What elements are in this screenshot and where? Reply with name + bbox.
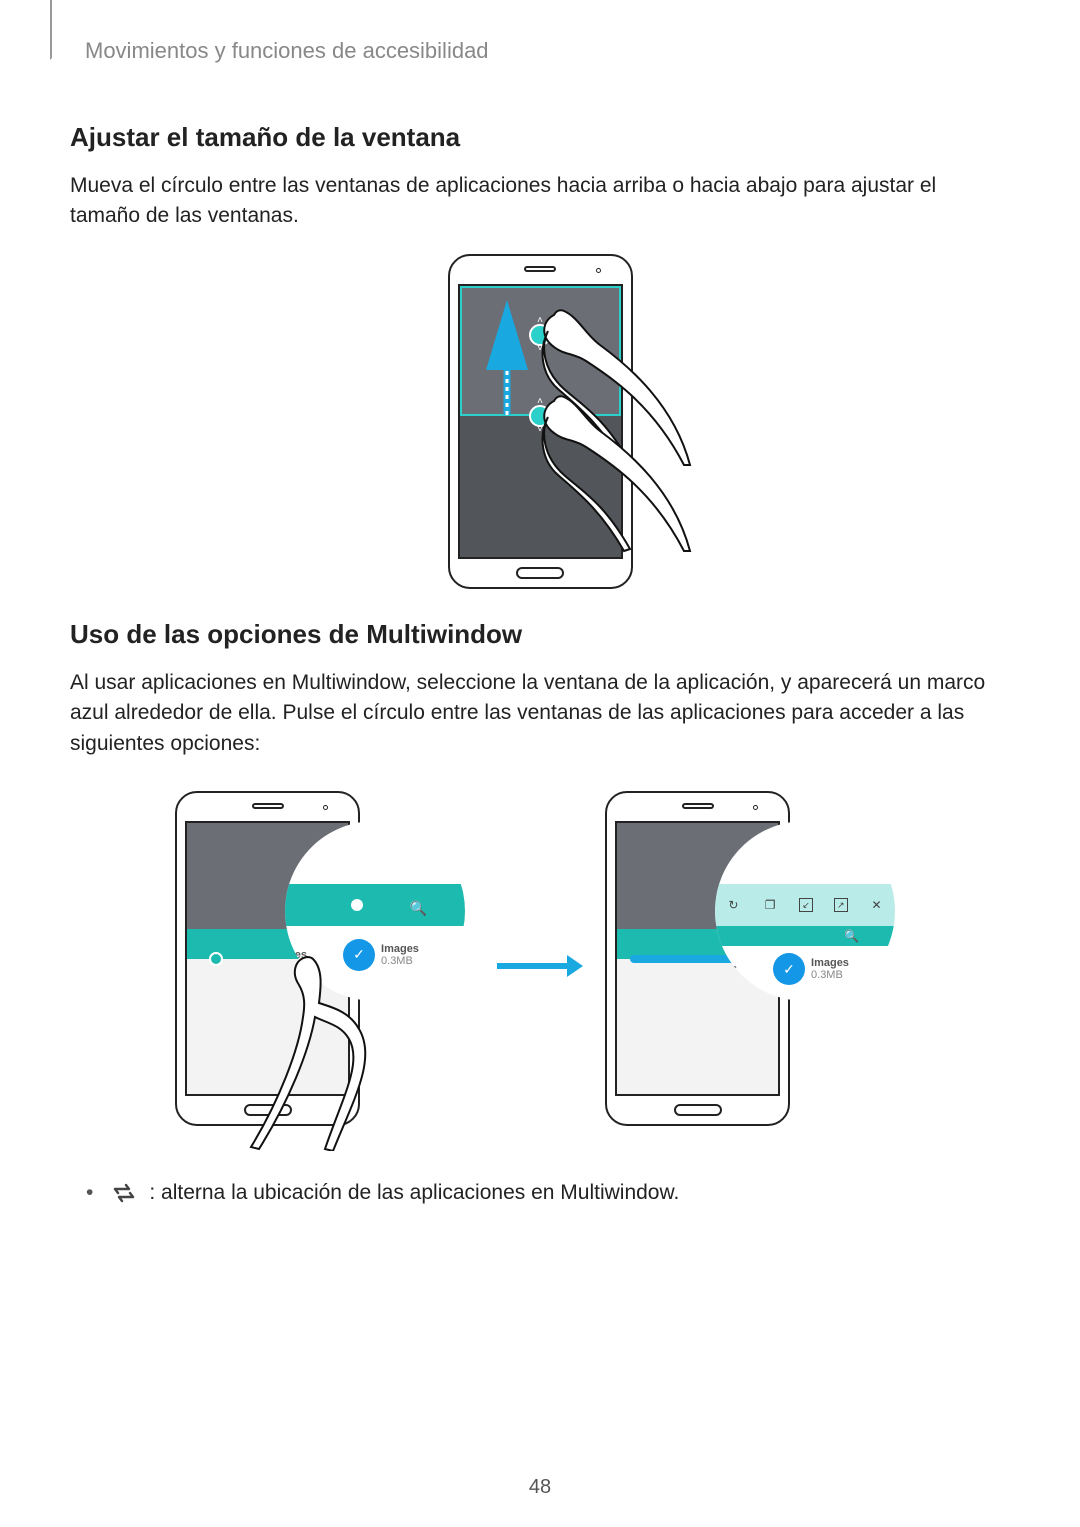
phone-with-bubble-left: 🔍 files ✓ Images 0.3MB — [175, 781, 475, 1151]
page-corner-mark — [50, 0, 70, 60]
phone-earpiece — [524, 266, 556, 272]
bullet-marker: • — [86, 1181, 93, 1205]
bullet-swap-apps: • : alterna la ubicación de las aplicaci… — [70, 1181, 1010, 1205]
swap-icon — [111, 1183, 137, 1203]
phone-screen: ˄ ˅ ˄ ˅ — [458, 284, 623, 559]
paragraph-adjust-window-size: Mueva el círculo entre las ventanas de a… — [70, 171, 1010, 232]
heading-multiwindow-options: Uso de las opciones de Multiwindow — [70, 619, 1010, 650]
divider-handle — [209, 952, 223, 966]
heading-adjust-window-size: Ajustar el tamaño de la ventana — [70, 122, 1010, 153]
magnifier-bubble-after: ↻ ❐ ↙ ↗ ✕ 🔍 files ✓ Images 0.3MB — [715, 821, 895, 1001]
page-number: 48 — [0, 1476, 1080, 1499]
phone-earpiece — [252, 803, 284, 809]
phone-home-button — [674, 1104, 722, 1116]
bottom-app-pane — [460, 416, 621, 557]
paragraph-multiwindow-options: Al usar aplicaciones en Multiwindow, sel… — [70, 668, 1010, 759]
phone-with-bubble-right: ↻ ❐ ↙ ↗ ✕ 🔍 files ✓ Images 0.3MB — [605, 781, 905, 1151]
chevron-up-icon: ˄ — [537, 316, 543, 326]
breadcrumb: Movimientos y funciones de accesibilidad — [85, 38, 1010, 64]
resize-handle-target: ˄ ˅ — [529, 324, 551, 346]
chevron-down-icon: ˅ — [537, 344, 543, 354]
figure-resize-window: ˄ ˅ ˄ ˅ — [70, 254, 1010, 589]
resize-handle-origin: ˄ ˅ — [529, 405, 551, 427]
phone-sensor — [323, 805, 328, 810]
dotted-outline — [285, 821, 465, 1001]
chevron-down-icon: ˅ — [537, 425, 543, 435]
phone-sensor — [596, 268, 601, 273]
phone-illustration-1: ˄ ˅ ˄ ˅ — [448, 254, 633, 589]
magnifier-bubble-before: 🔍 files ✓ Images 0.3MB — [285, 821, 465, 1001]
phone-home-button — [244, 1104, 292, 1116]
phone-earpiece — [682, 803, 714, 809]
arrow-right-icon — [495, 951, 585, 981]
phone-home-button — [516, 567, 564, 579]
bullet-text: : alterna la ubicación de las aplicacion… — [149, 1181, 679, 1205]
phone-sensor — [753, 805, 758, 810]
chevron-up-icon: ˄ — [537, 397, 543, 407]
figure-multiwindow-options: 🔍 files ✓ Images 0.3MB — [70, 781, 1010, 1151]
dotted-outline — [715, 821, 895, 1001]
